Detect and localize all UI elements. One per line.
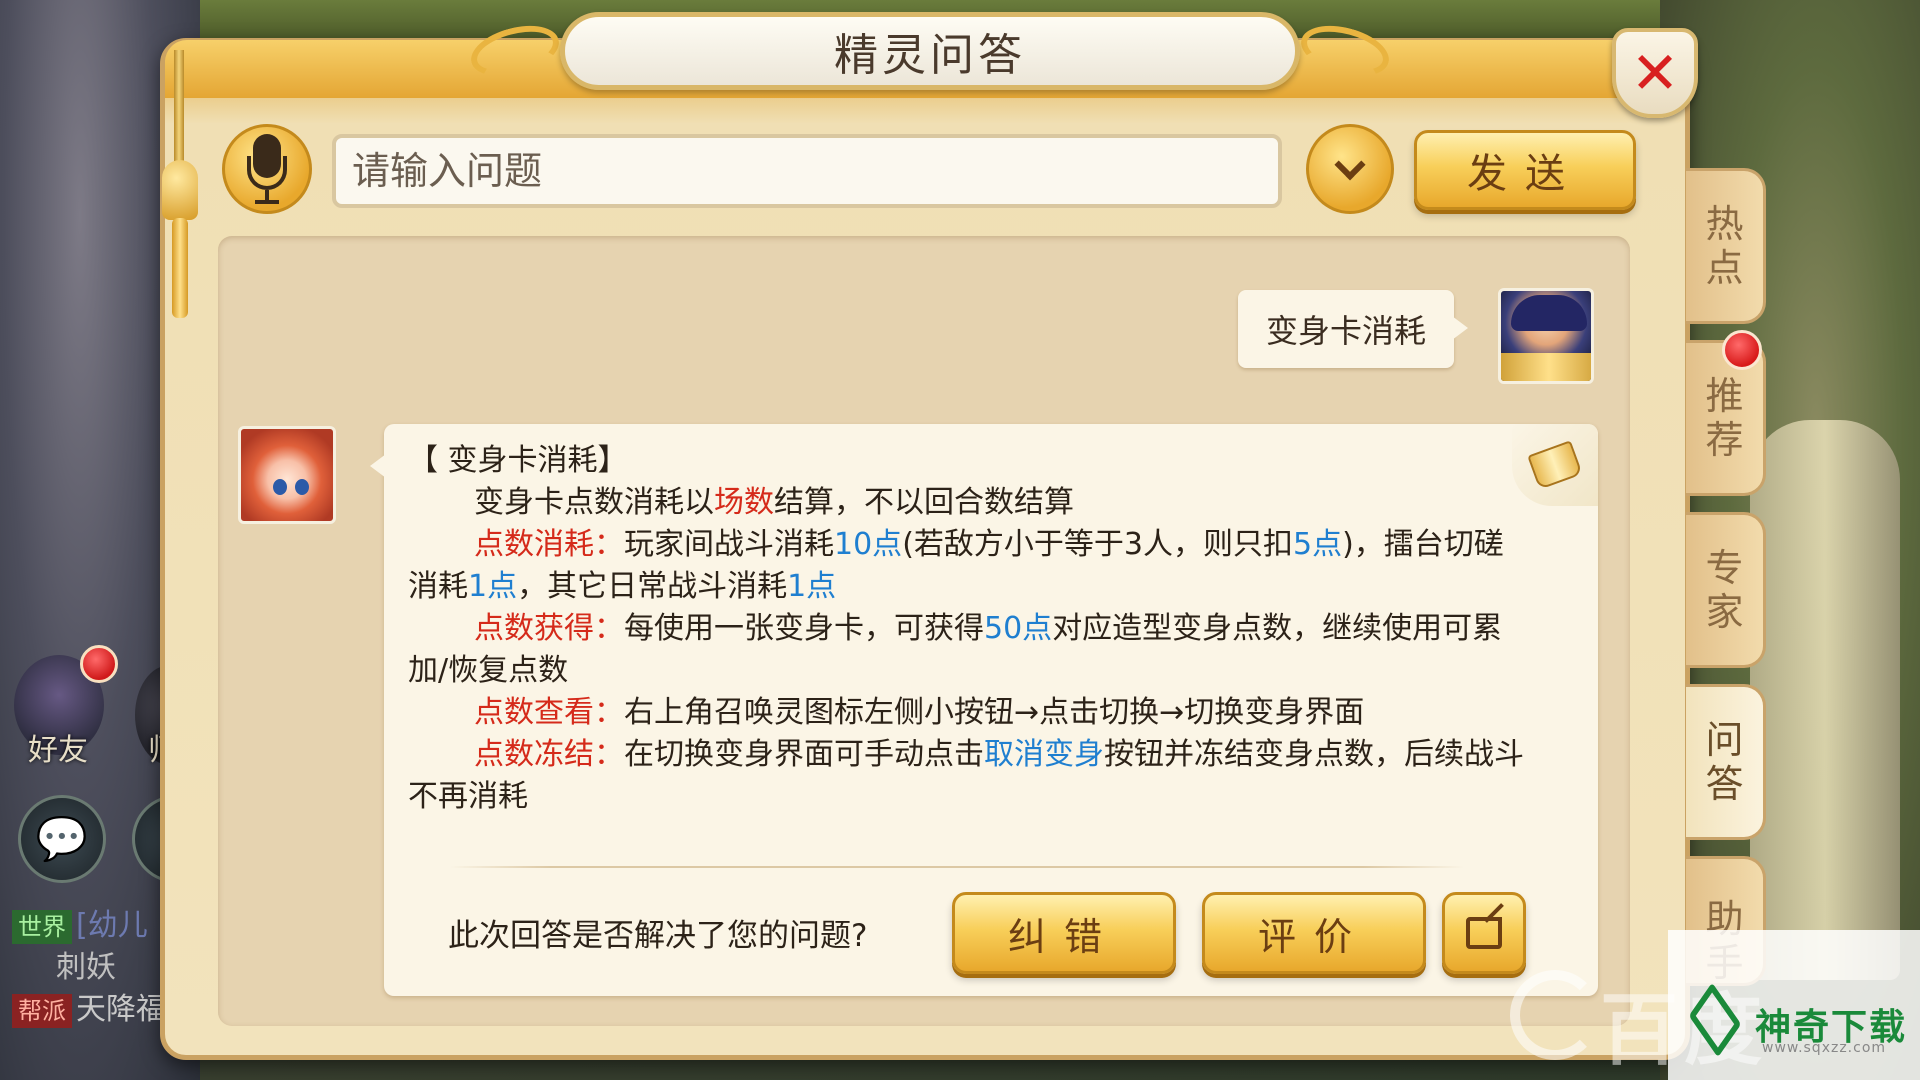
- spirit-avatar: [238, 426, 336, 524]
- answer-highlight: 5点: [1292, 527, 1343, 562]
- send-button[interactable]: 发送: [1414, 130, 1636, 210]
- user-question-bubble: 变身卡消耗: [1238, 290, 1468, 368]
- chat-channel-tag: 帮派: [12, 994, 72, 1028]
- feedback-divider: [450, 866, 1464, 868]
- answer-text: 右上角召唤灵图标左侧小按钮→点击切换→切换变身界面: [624, 695, 1365, 730]
- chat-bubble-icon[interactable]: 💬: [18, 795, 106, 883]
- tab-expert[interactable]: 专家: [1686, 512, 1766, 668]
- user-avatar: [1498, 288, 1594, 384]
- answer-item: 点数获得：每使用一张变身卡，可获得50点对应造型变身点数，继续使用可累加/恢复点…: [408, 608, 1528, 692]
- tab-hot[interactable]: 热点: [1686, 168, 1766, 324]
- answer-item: 点数查看：右上角召唤灵图标左侧小按钮→点击切换→切换变身界面: [408, 692, 1528, 734]
- tab-label: 热点: [1705, 202, 1744, 290]
- chat-line-text: 刺妖: [56, 950, 116, 985]
- answer-items: 点数消耗：玩家间战斗消耗10点(若敌方小于等于3人，则只扣5点)，擂台切磋消耗1…: [408, 524, 1528, 818]
- answer-item-label: 点数获得：: [474, 611, 624, 646]
- answer-intro-text: 结算，不以回合数结算: [774, 485, 1074, 520]
- microphone-icon: [245, 134, 289, 204]
- chat-channel-tag: 世界: [12, 910, 72, 944]
- dialog-title-tab: 精灵问答: [560, 12, 1300, 90]
- answer-intro-text: 变身卡点数消耗以: [474, 485, 714, 520]
- site-watermark-url: www.sqxzz.com: [1762, 1040, 1887, 1056]
- answer-highlight: 1点: [468, 569, 518, 604]
- answer-item: 点数消耗：玩家间战斗消耗10点(若敌方小于等于3人，则只扣5点)，擂台切磋消耗1…: [408, 524, 1528, 608]
- recommend-notification-dot: [1722, 330, 1762, 370]
- report-error-button[interactable]: 纠错: [952, 892, 1176, 974]
- friend-label: 好友: [28, 733, 88, 768]
- answer-highlight: 取消变身: [984, 737, 1104, 772]
- close-icon: ✕: [1630, 39, 1680, 107]
- answer-text: 在切换变身界面可手动点击: [624, 737, 984, 772]
- share-button[interactable]: [1442, 892, 1526, 974]
- answer-highlight: 10点: [834, 527, 903, 562]
- feedback-question: 此次回答是否解决了您的问题?: [448, 918, 868, 954]
- answer-item-label: 点数冻结：: [474, 737, 624, 772]
- answer-highlight: 1点: [787, 569, 837, 604]
- friend-notification-dot: [80, 645, 118, 683]
- answer-text: ，其它日常战斗消耗: [517, 569, 788, 604]
- rate-answer-button[interactable]: 评价: [1202, 892, 1426, 974]
- answer-text: 玩家间战斗消耗: [624, 527, 834, 562]
- answer-text: (若敌方小于等于3人，则只扣: [902, 527, 1293, 562]
- tab-qa[interactable]: 问答: [1686, 684, 1766, 840]
- tab-label: 专家: [1705, 546, 1744, 634]
- history-dropdown-button[interactable]: [1306, 124, 1394, 214]
- answer-highlight: 50点: [984, 611, 1053, 646]
- dialog-title: 精灵问答: [834, 30, 1026, 81]
- answer-heading: 【 变身卡消耗】: [408, 443, 628, 478]
- answer-item-label: 点数消耗：: [474, 527, 624, 562]
- close-button[interactable]: ✕: [1612, 28, 1698, 118]
- hanging-ornament: [160, 50, 200, 320]
- question-input[interactable]: [332, 134, 1282, 208]
- tab-label: 问答: [1705, 718, 1744, 806]
- game-background-pillar: [1750, 420, 1900, 980]
- chevron-down-icon: [1334, 149, 1366, 181]
- answer-intro-highlight: 场数: [714, 485, 774, 520]
- answer-item-label: 点数查看：: [474, 695, 624, 730]
- voice-input-button[interactable]: [222, 124, 312, 214]
- answer-intro: 变身卡点数消耗以场数结算，不以回合数结算: [408, 482, 1528, 524]
- answer-content: 【 变身卡消耗】 变身卡点数消耗以场数结算，不以回合数结算 点数消耗：玩家间战斗…: [408, 440, 1528, 818]
- chat-line-text: [幼儿: [76, 908, 148, 943]
- chat-line-text: 天降福: [76, 992, 166, 1027]
- baidu-watermark-logo: [1510, 970, 1600, 1060]
- answer-text: 每使用一张变身卡，可获得: [624, 611, 984, 646]
- share-icon: [1466, 903, 1504, 949]
- answer-item: 点数冻结：在切换变身界面可手动点击取消变身按钮并冻结变身点数，后续战斗不再消耗: [408, 734, 1528, 818]
- tab-label: 推荐: [1705, 374, 1744, 462]
